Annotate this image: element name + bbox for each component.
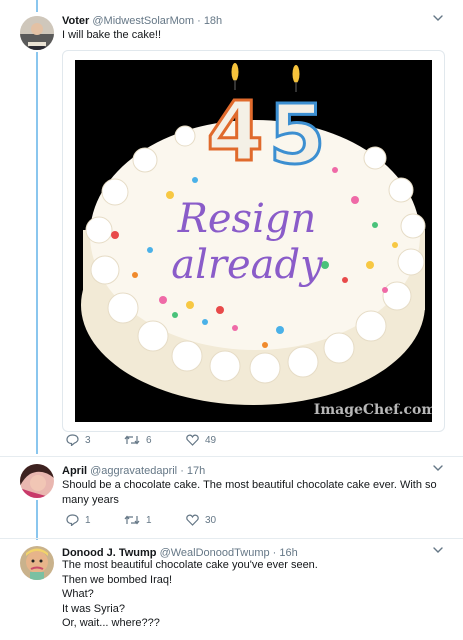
tweet-text-line: Should be a chocolate cake. The most bea… xyxy=(62,479,437,491)
avatar[interactable] xyxy=(20,546,54,580)
chevron-down-icon[interactable] xyxy=(432,12,444,24)
tweet-text: I will bake the cake!! xyxy=(62,28,432,43)
display-name[interactable]: April xyxy=(62,465,87,477)
candle-number-left: 4 xyxy=(206,85,263,180)
retweet-count: 6 xyxy=(146,434,152,446)
retweet-icon xyxy=(124,435,140,445)
timestamp[interactable]: 18h xyxy=(204,15,222,27)
like-button[interactable]: 49 xyxy=(186,434,216,446)
reply-button[interactable]: 1 xyxy=(66,514,91,526)
cake-image[interactable]: 4 5 Resign already ImageChef.com xyxy=(75,60,432,422)
retweet-button[interactable]: 1 xyxy=(124,514,152,526)
avatar-image xyxy=(20,464,54,498)
tweet-text-line: Then we bombed Iraq! xyxy=(62,573,173,586)
thread-line-top xyxy=(36,0,38,12)
separator-dot: · xyxy=(197,15,201,27)
avatar-image xyxy=(20,16,54,50)
image-watermark: ImageChef.com xyxy=(314,402,432,418)
tweet-text-line: What? xyxy=(62,588,94,600)
reply-count: 1 xyxy=(85,514,91,526)
tweet-text: Should be a chocolate cake. The most bea… xyxy=(62,478,437,507)
like-count: 49 xyxy=(205,434,217,446)
cake-writing-line2: already xyxy=(171,242,324,288)
avatar[interactable] xyxy=(20,16,54,50)
tweet-media[interactable]: 4 5 Resign already ImageChef.com xyxy=(62,50,445,432)
tweet-text-line: I will bake the cake!! xyxy=(62,29,162,41)
retweet-count: 1 xyxy=(146,514,152,526)
like-button[interactable]: 30 xyxy=(186,514,216,526)
tweet[interactable]: Donood J. Twump @WealDonoodTwump · 16h T… xyxy=(0,546,463,640)
timestamp[interactable]: 17h xyxy=(187,465,205,477)
like-count: 30 xyxy=(205,514,217,526)
retweet-icon xyxy=(124,515,140,525)
avatar[interactable] xyxy=(20,464,54,498)
tweet[interactable]: Voter @MidwestSolarMom · 18h I will bake… xyxy=(0,14,463,454)
tweet-text-line: The most beautiful chocolate cake you've… xyxy=(62,559,318,571)
candle-number-right: 5 xyxy=(268,88,325,183)
heart-icon xyxy=(186,514,199,526)
tweet-text-line: It was Syria? xyxy=(62,602,125,615)
tweet-text: The most beautiful chocolate cake you've… xyxy=(62,558,432,631)
cake-illustration: 4 5 Resign already ImageChef.com xyxy=(75,60,432,422)
separator-dot: · xyxy=(180,465,184,477)
tweet-header: April @aggravatedapril · 17h xyxy=(62,464,205,478)
tweet-text-line: many years xyxy=(62,493,119,506)
tweet[interactable]: April @aggravatedapril · 17h Should be a… xyxy=(0,464,463,534)
chevron-down-icon[interactable] xyxy=(432,544,444,556)
reply-button[interactable]: 3 xyxy=(66,434,91,446)
tweet-text-line: Or, wait... where??? xyxy=(62,617,160,629)
retweet-button[interactable]: 6 xyxy=(124,434,152,446)
user-handle[interactable]: @aggravatedapril xyxy=(90,465,177,477)
tweet-divider xyxy=(0,538,463,539)
tweet-divider xyxy=(0,456,463,457)
heart-icon xyxy=(186,434,199,446)
chevron-down-icon[interactable] xyxy=(432,462,444,474)
reply-icon xyxy=(66,434,79,446)
cake-writing-line1: Resign xyxy=(177,196,316,242)
display-name[interactable]: Voter xyxy=(62,15,89,27)
user-handle[interactable]: @MidwestSolarMom xyxy=(92,15,194,27)
reply-icon xyxy=(66,514,79,526)
tweet-header: Voter @MidwestSolarMom · 18h xyxy=(62,14,222,28)
reply-count: 3 xyxy=(85,434,91,446)
avatar-image xyxy=(20,546,54,580)
